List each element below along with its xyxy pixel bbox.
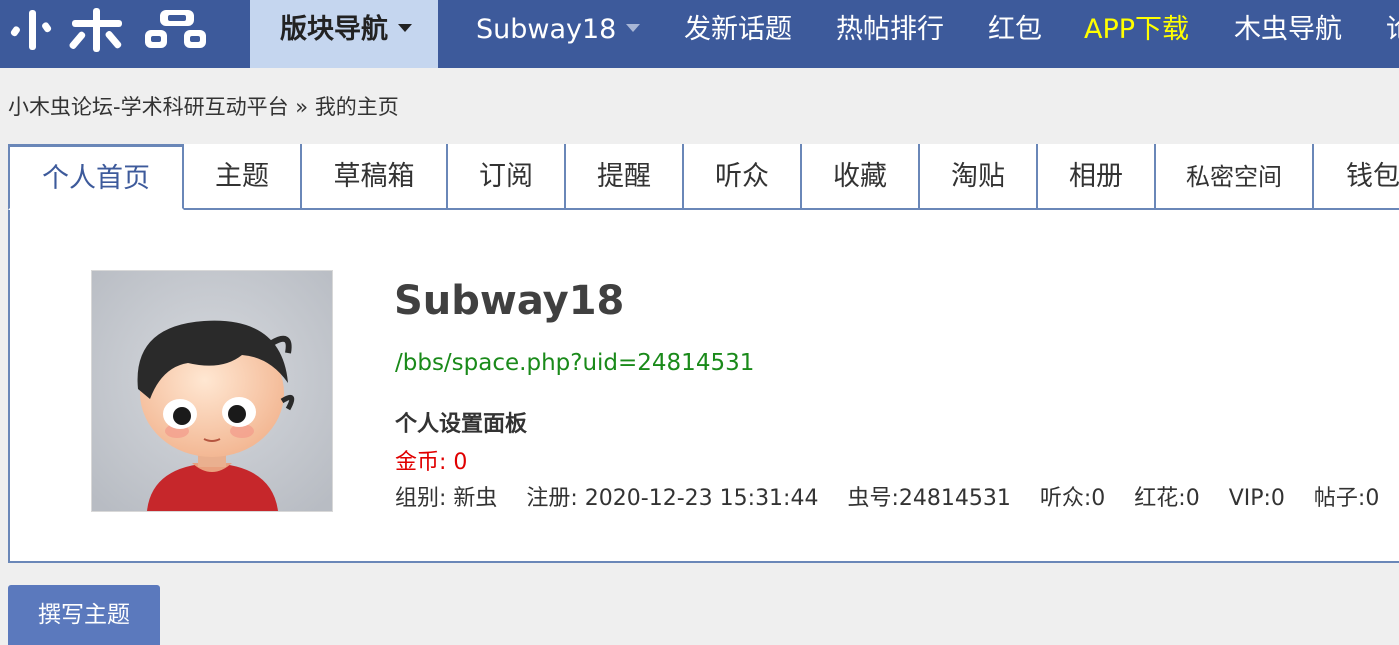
tab-listeners[interactable]: 听众	[684, 144, 802, 210]
nav-user-menu-label: Subway18	[476, 14, 617, 45]
chevron-down-icon	[398, 23, 412, 32]
tab-reminders[interactable]: 提醒	[566, 144, 684, 210]
site-logo[interactable]	[0, 0, 250, 68]
stat-group: 组别: 新虫	[395, 486, 498, 511]
cartoon-avatar-icon	[92, 271, 332, 511]
nav-muchong-guide[interactable]: 木虫导航	[1234, 0, 1342, 68]
nav-user-menu[interactable]: Subway18	[476, 0, 641, 68]
top-nav: 版块导航 Subway18 发新话题 热帖排行 红包 APP下载 木虫导航 论	[0, 0, 1399, 68]
profile-stats: 组别: 新虫 注册: 2020-12-23 15:31:44 虫号:248145…	[395, 480, 1399, 512]
nav-new-topic[interactable]: 发新话题	[684, 0, 792, 68]
tab-topics[interactable]: 主题	[184, 144, 302, 210]
xiaomuchong-logo-icon	[10, 8, 206, 52]
nav-hot-posts[interactable]: 热帖排行	[836, 0, 944, 68]
settings-panel-title[interactable]: 个人设置面板	[395, 406, 527, 438]
stat-posts: 帖子:0	[1313, 486, 1380, 511]
chevron-down-icon	[626, 23, 641, 32]
stat-listeners: 听众:0	[1039, 486, 1106, 511]
tab-home[interactable]: 个人首页	[8, 144, 184, 210]
breadcrumb-home-link[interactable]: 小木虫论坛-学术科研互动平台	[8, 95, 289, 119]
stat-uid: 虫号:24814531	[847, 486, 1011, 511]
write-topic-button[interactable]: 撰写主题	[8, 585, 160, 645]
tab-subscriptions[interactable]: 订阅	[448, 144, 566, 210]
profile-tabs: 个人首页 主题 草稿箱 订阅 提醒 听众 收藏 淘贴 相册 私密空间 钱包	[8, 144, 1399, 210]
nav-board-navigation[interactable]: 版块导航	[250, 0, 438, 68]
profile-space-link[interactable]: /bbs/space.php?uid=24814531	[395, 350, 754, 376]
stat-vip: VIP:0	[1228, 486, 1285, 511]
avatar[interactable]	[91, 270, 333, 512]
nav-red-packet[interactable]: 红包	[988, 0, 1042, 68]
coins-balance: 金币: 0	[395, 450, 468, 475]
tab-favorites[interactable]: 收藏	[802, 144, 920, 210]
breadcrumb: 小木虫论坛-学术科研互动平台 » 我的主页	[8, 91, 399, 121]
stat-registered: 注册: 2020-12-23 15:31:44	[526, 486, 819, 511]
tab-taotie[interactable]: 淘贴	[920, 144, 1038, 210]
nav-board-navigation-label: 版块导航	[280, 14, 388, 45]
tab-wallet[interactable]: 钱包	[1314, 144, 1399, 210]
nav-app-download[interactable]: APP下载	[1084, 0, 1189, 68]
profile-username: Subway18	[394, 278, 625, 324]
tab-albums[interactable]: 相册	[1038, 144, 1156, 210]
breadcrumb-current: 我的主页	[314, 95, 399, 119]
tab-private-space[interactable]: 私密空间	[1156, 144, 1314, 210]
stat-flowers: 红花:0	[1134, 486, 1200, 511]
tab-drafts[interactable]: 草稿箱	[302, 144, 448, 210]
breadcrumb-separator: »	[295, 95, 309, 119]
nav-forum[interactable]: 论	[1386, 0, 1399, 68]
